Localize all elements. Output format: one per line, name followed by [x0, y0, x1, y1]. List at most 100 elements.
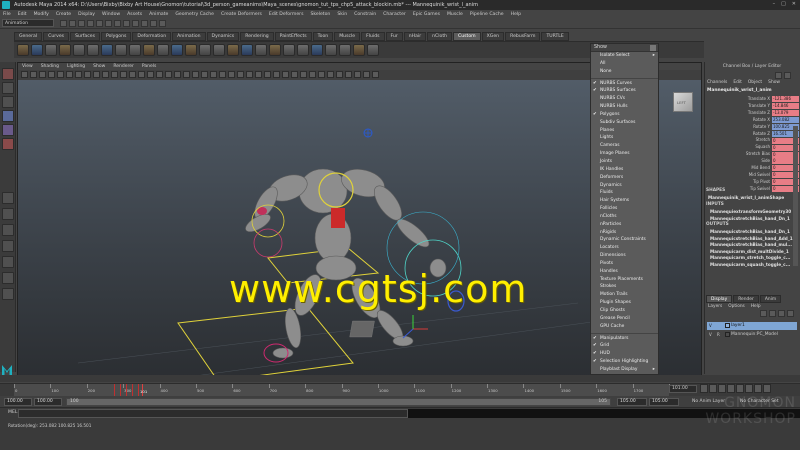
ik-foot-control[interactable]: [177, 307, 354, 380]
persp-outliner-layout-icon[interactable]: [2, 224, 14, 236]
menu-assets[interactable]: Assets: [127, 12, 142, 17]
layer-menu-options[interactable]: Options: [728, 304, 745, 309]
menu-window[interactable]: Window: [102, 12, 120, 17]
shelf-tool-icon[interactable]: [17, 44, 29, 56]
render-icon[interactable]: [141, 20, 148, 27]
new-scene-icon[interactable]: [60, 20, 67, 27]
show-item-plugin-shapes[interactable]: Plugin Shapes: [591, 299, 658, 307]
lasso-tool-icon[interactable]: [2, 82, 14, 94]
output-node[interactable]: MannequicstretchBias_hand_mul...: [710, 242, 792, 247]
view-cube[interactable]: LEFT: [673, 92, 693, 112]
show-item-manipulators[interactable]: ✔ Manipulators: [591, 335, 658, 343]
scale-tool-icon[interactable]: [2, 138, 14, 150]
show-item-isolate-select[interactable]: Isolate Select ▸: [591, 52, 658, 60]
playback-start-field[interactable]: 100.00: [34, 398, 62, 406]
snap-curve-icon[interactable]: [123, 20, 130, 27]
shelf-tab-general[interactable]: General: [14, 32, 43, 41]
rotate-tool-icon[interactable]: [2, 124, 14, 136]
shelf-tool-icon[interactable]: [87, 44, 99, 56]
layer-color-swatch[interactable]: [725, 323, 730, 328]
range-slider[interactable]: 100 105: [66, 398, 611, 406]
shelf-tool-icon[interactable]: [171, 44, 183, 56]
menu-character[interactable]: Character: [383, 12, 406, 17]
channel-row[interactable]: Rotate Z 16.501: [704, 131, 800, 138]
play-backwards-icon[interactable]: [727, 384, 735, 393]
menu-create[interactable]: Create: [56, 12, 71, 17]
shelf-tab-deformation[interactable]: Deformation: [132, 32, 172, 41]
shelf-tool-icon[interactable]: [353, 44, 365, 56]
show-item-dynamics[interactable]: Dynamics: [591, 182, 658, 190]
show-item-image-planes[interactable]: Image Planes: [591, 150, 658, 158]
show-item-lights[interactable]: Lights: [591, 134, 658, 142]
menu-skeleton[interactable]: Skeleton: [310, 12, 330, 17]
menu-muscle[interactable]: Muscle: [447, 12, 463, 17]
show-item-gpu-cache[interactable]: GPU Cache: [591, 323, 658, 331]
show-item-fluids[interactable]: Fluids: [591, 189, 658, 197]
menu-file[interactable]: File: [3, 12, 11, 17]
tear-off-icon[interactable]: [650, 45, 656, 51]
play-forwards-icon[interactable]: [736, 384, 744, 393]
channel-menu-channels[interactable]: Channels: [707, 79, 727, 87]
shelf-tool-icon[interactable]: [297, 44, 309, 56]
channel-value[interactable]: -14.846: [772, 103, 799, 110]
output-node[interactable]: Mannequicarm_stretch_toggle_c...: [710, 255, 791, 260]
shelf-tab-fur[interactable]: Fur: [385, 32, 403, 41]
show-item-ik-handles[interactable]: IK Handles: [591, 166, 658, 174]
menu-modify[interactable]: Modify: [34, 12, 49, 17]
show-item-planes[interactable]: Planes: [591, 127, 658, 135]
show-item-nurbs-cvs[interactable]: NURBS CVs: [591, 95, 658, 103]
layer-row[interactable]: V R Mannequin:PC_Model: [707, 331, 797, 339]
select-tool-icon[interactable]: [2, 68, 14, 80]
current-frame-field[interactable]: 101.00: [669, 385, 697, 393]
show-item-polygons[interactable]: ✔ Polygons: [591, 111, 658, 119]
menu-edit[interactable]: Edit: [18, 12, 27, 17]
keyframe-marker[interactable]: [120, 384, 121, 396]
show-item-grid[interactable]: ✔ Grid: [591, 342, 658, 350]
shelf-tab-ncloth[interactable]: nCloth: [427, 32, 453, 41]
show-item-playblast-display[interactable]: Playblast Display ▸: [591, 366, 658, 374]
shelf-tool-icon[interactable]: [31, 44, 43, 56]
show-item-nurbs-hulls[interactable]: NURBS Hulls: [591, 103, 658, 111]
maximize-button[interactable]: □: [781, 1, 786, 7]
mode-selector[interactable]: Animation: [2, 19, 54, 27]
layer-menu-help[interactable]: Help: [751, 304, 761, 309]
show-item-nparticles[interactable]: nParticles: [591, 221, 658, 229]
playback-end-field[interactable]: 105.00: [617, 398, 647, 406]
input-node[interactable]: MannequiextransformGeometry30: [710, 209, 791, 214]
open-scene-icon[interactable]: [69, 20, 76, 27]
shelf-tab-polygons[interactable]: Polygons: [100, 32, 132, 41]
channel-box-scrollbar[interactable]: [793, 126, 798, 266]
shelf-tool-icon[interactable]: [45, 44, 57, 56]
step-forward-frame-icon[interactable]: [745, 384, 753, 393]
single-view-layout-icon[interactable]: [2, 192, 14, 204]
layer-visibility-toggle[interactable]: V: [709, 331, 712, 339]
time-ruler[interactable]: 0 100 200 300 400 500 600 700 800 900 1000 1100 1200…: [14, 384, 680, 396]
show-item-dynamic-constraints[interactable]: Dynamic Constraints: [591, 236, 658, 244]
channel-row[interactable]: Rotate X 253.082: [704, 117, 800, 124]
shelf-tool-icon[interactable]: [199, 44, 211, 56]
go-to-end-icon[interactable]: [763, 384, 771, 393]
shelf-tool-icon[interactable]: [115, 44, 127, 56]
end-time-field[interactable]: 105.00: [649, 398, 679, 406]
channel-row[interactable]: Translate Y -14.846: [704, 103, 800, 110]
show-item-motion-trails[interactable]: Motion Trails: [591, 291, 658, 299]
show-item-texture-placements[interactable]: Texture Placements: [591, 276, 658, 284]
channel-row[interactable]: Translate X -121.386: [704, 96, 800, 103]
shelf-tool-icon[interactable]: [185, 44, 197, 56]
menu-help[interactable]: Help: [511, 12, 521, 17]
shelf-tool-icon[interactable]: [213, 44, 225, 56]
channel-row[interactable]: Stretch Bias 0: [704, 151, 800, 158]
shelf-tool-icon[interactable]: [367, 44, 379, 56]
show-item-nurbs-surfaces[interactable]: ✔ NURBS Surfaces: [591, 87, 658, 95]
show-item-strokes[interactable]: Strokes: [591, 283, 658, 291]
custom-layout-icon[interactable]: [2, 272, 14, 284]
snap-grid-icon[interactable]: [114, 20, 121, 27]
shelf-tool-icon[interactable]: [227, 44, 239, 56]
menu-pipeline-cache[interactable]: Pipeline Cache: [470, 12, 504, 17]
shelf-tool-icon[interactable]: [143, 44, 155, 56]
layer-row[interactable]: Vlayer1: [707, 322, 797, 330]
menu-create-deformers[interactable]: Create Deformers: [221, 12, 262, 17]
shelf-tab-xgen[interactable]: XGen: [481, 32, 505, 41]
select-object-icon[interactable]: [96, 20, 103, 27]
shelf-tab-animation[interactable]: Animation: [172, 32, 206, 41]
